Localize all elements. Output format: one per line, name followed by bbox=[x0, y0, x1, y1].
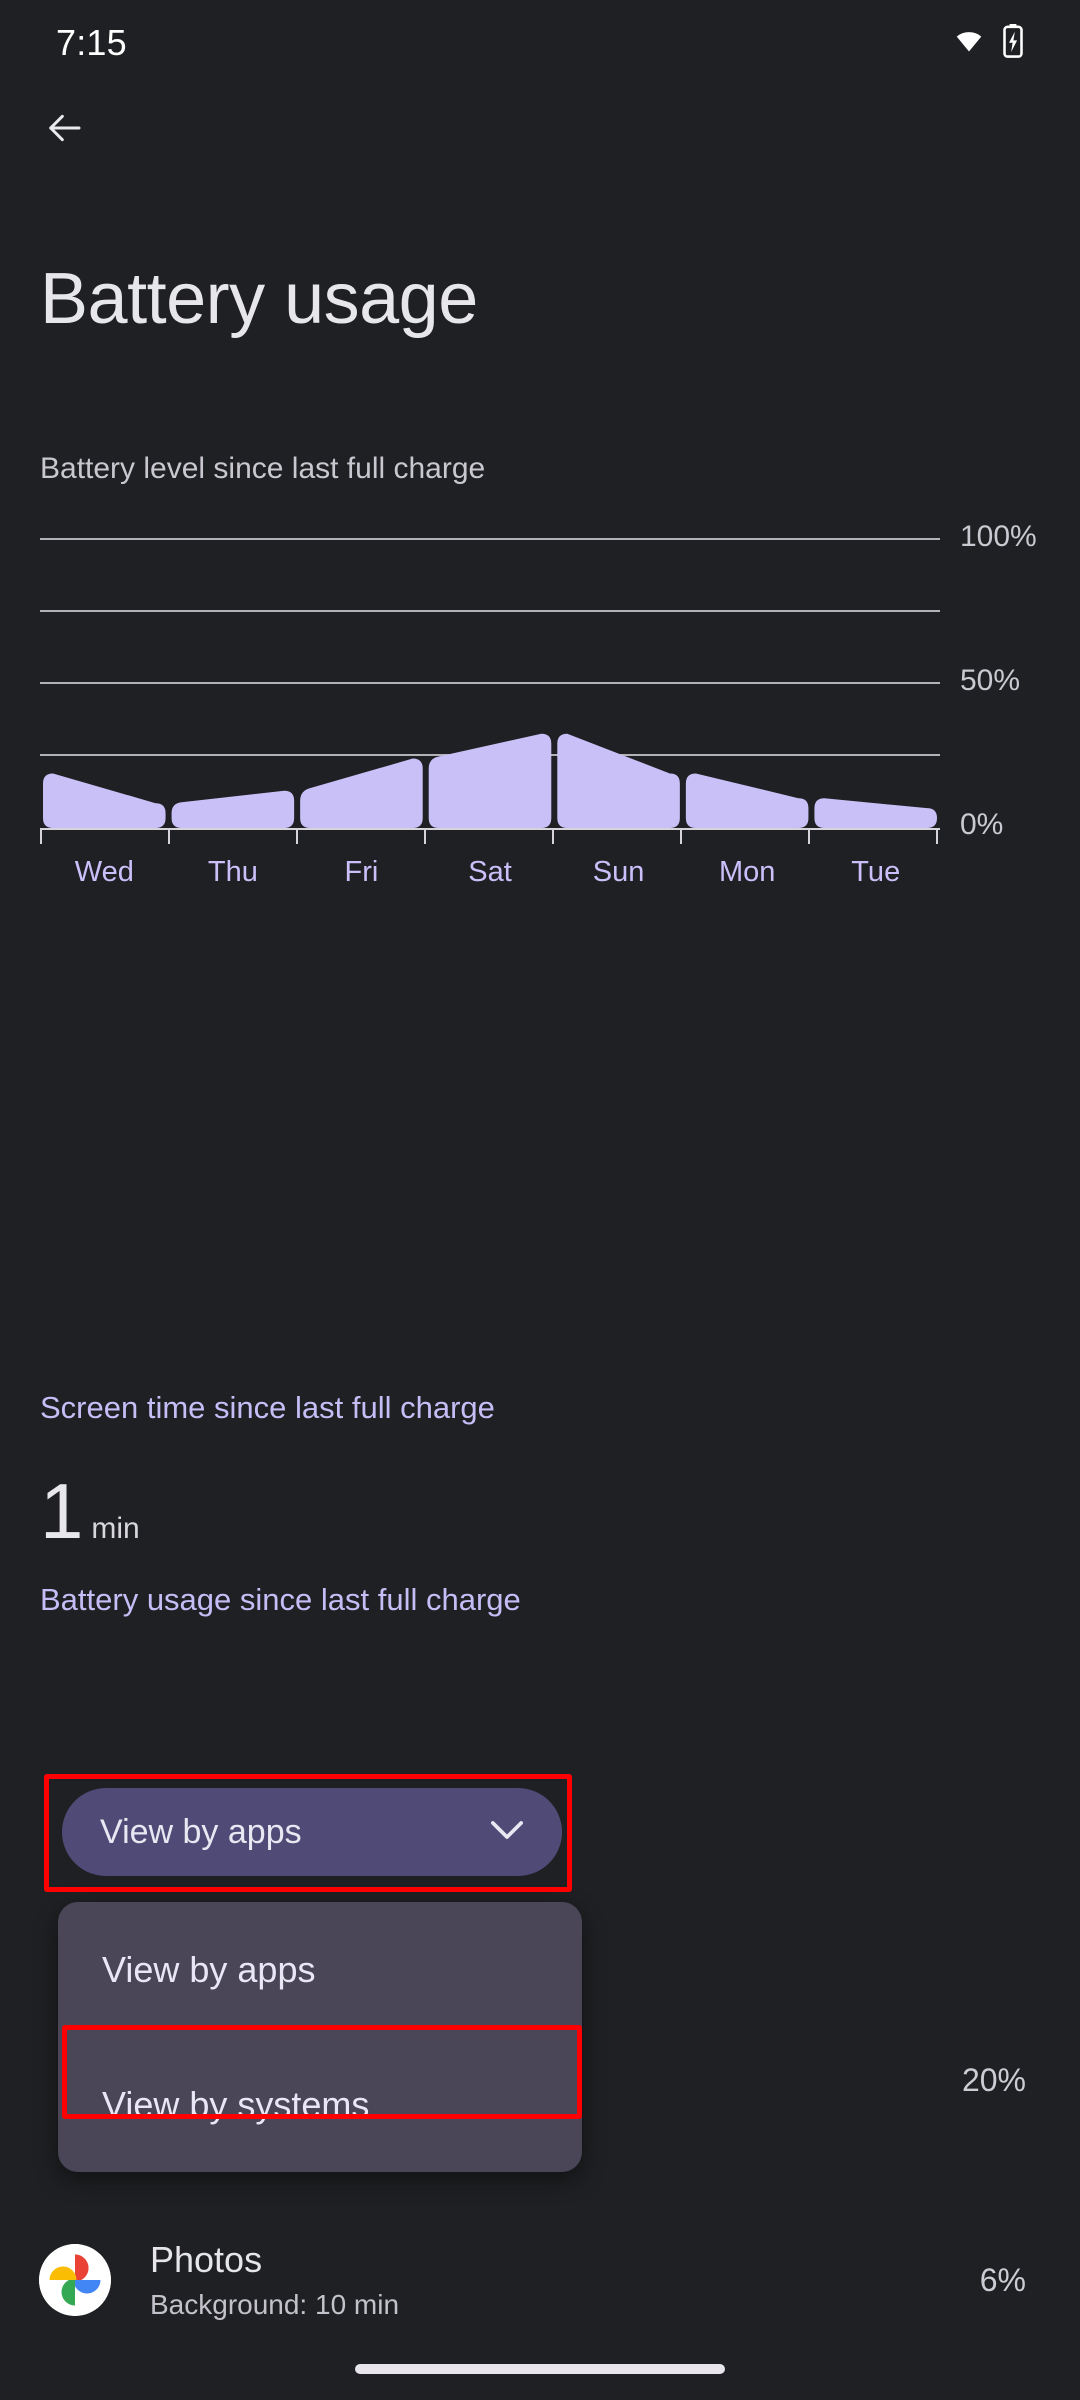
x-axis-tick bbox=[296, 828, 298, 844]
day-label-tue: Tue bbox=[851, 856, 901, 888]
day-label-fri: Fri bbox=[344, 856, 379, 888]
battery-level-bars bbox=[43, 733, 937, 828]
wifi-icon bbox=[950, 27, 988, 60]
screen-time-number: 1 bbox=[40, 1467, 84, 1555]
back-button[interactable] bbox=[26, 92, 102, 168]
screen-time-heading: Screen time since last full charge bbox=[40, 1390, 495, 1425]
screen-time-unit: min bbox=[91, 1512, 140, 1545]
day-label-mon: Mon bbox=[718, 856, 776, 888]
app-subtitle: Background: 10 min bbox=[150, 2289, 400, 2320]
menu-item-view-by-systems[interactable]: View by systems bbox=[58, 2037, 582, 2172]
x-axis-tick bbox=[936, 828, 938, 844]
chevron-down-icon bbox=[490, 1819, 524, 1846]
battery-level-caption: Battery level since last full charge bbox=[40, 452, 486, 485]
battery-usage-heading: Battery usage since last full charge bbox=[40, 1582, 521, 1617]
chart-bar bbox=[428, 733, 552, 828]
day-label-wed: Wed bbox=[74, 856, 134, 888]
chart-bar bbox=[814, 798, 937, 828]
spinner-selected-label: View by apps bbox=[100, 1812, 302, 1851]
app-icon-slot bbox=[0, 2244, 150, 2316]
table-row[interactable]: Photos Background: 10 min 6% bbox=[0, 2205, 1080, 2355]
day-label-thu: Thu bbox=[207, 856, 258, 888]
chart-bar bbox=[43, 773, 166, 828]
x-axis-tick bbox=[808, 828, 810, 844]
gesture-nav-handle[interactable] bbox=[355, 2364, 725, 2374]
page-title: Battery usage bbox=[40, 259, 478, 339]
battery-level-chart: 100% 50% 0% Wed Thu Fri Sat Sun Mon Tue bbox=[40, 520, 1040, 888]
x-axis-day-labels: Wed Thu Fri Sat Sun Mon Tue bbox=[40, 856, 940, 889]
y-axis-label-0: 0% bbox=[960, 808, 1004, 841]
view-by-spinner[interactable]: View by apps bbox=[62, 1788, 562, 1876]
status-clock: 7:15 bbox=[56, 22, 127, 63]
x-axis-tick bbox=[168, 828, 170, 844]
day-label-sun: Sun bbox=[592, 856, 645, 888]
screen-time-value: 1 min bbox=[40, 1472, 140, 1550]
back-arrow-icon bbox=[41, 108, 87, 153]
chart-bar bbox=[171, 790, 295, 828]
x-axis-tick bbox=[552, 828, 554, 844]
chart-bar bbox=[685, 773, 809, 828]
x-axis-tick bbox=[40, 828, 42, 844]
chart-plot-area: 100% 50% 0% Wed Thu Fri Sat Sun Mon Tue bbox=[40, 520, 1037, 888]
app-percent: 20% bbox=[961, 2061, 1026, 2098]
battery-usage-screen: 7:15 Battery usage Battery level since l… bbox=[0, 0, 1080, 2400]
chart-bar bbox=[557, 733, 680, 828]
battery-charging-icon bbox=[1002, 23, 1024, 63]
y-axis-label-100: 100% bbox=[960, 520, 1037, 553]
menu-item-view-by-apps[interactable]: View by apps bbox=[58, 1902, 582, 2037]
view-by-dropdown-menu: View by apps View by systems bbox=[58, 1902, 582, 2172]
app-percent: 6% bbox=[979, 2261, 1026, 2298]
chart-bar bbox=[300, 758, 423, 828]
google-photos-icon bbox=[39, 2244, 111, 2316]
x-axis-tick bbox=[680, 828, 682, 844]
status-bar: 7:15 bbox=[0, 0, 1080, 86]
status-icon-group bbox=[950, 23, 1024, 63]
y-axis-label-50: 50% bbox=[960, 664, 1021, 697]
app-name: Photos bbox=[150, 2239, 263, 2280]
x-axis-tick bbox=[424, 828, 426, 844]
x-axis-line bbox=[40, 828, 940, 830]
day-label-sat: Sat bbox=[468, 856, 512, 888]
app-text-block: Photos Background: 10 min bbox=[150, 2239, 980, 2321]
